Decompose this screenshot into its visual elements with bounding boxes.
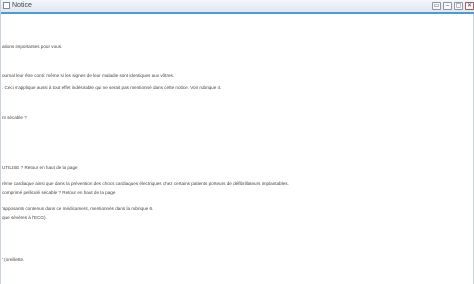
restore-icon[interactable]: ▭ <box>432 2 441 10</box>
close-button[interactable]: ✕ <box>465 2 474 10</box>
notice-line: ournal leur être conti: même si les sign… <box>2 73 175 78</box>
notice-line: rème cardiaque ainsi que dans la prévent… <box>2 181 289 186</box>
notice-line: nt sécable ? <box>2 115 27 120</box>
notice-line: . Ceci s'applique aussi à tout effet ind… <box>2 85 222 90</box>
notice-window: Notice ▭ – ▢ ✕ ations importantes pour v… <box>0 0 474 284</box>
notice-line: 'apposants contenus dans ce médicament, … <box>2 206 154 211</box>
notice-line: que sévères à l'ECG). <box>2 215 47 220</box>
notice-line: ations importantes pour vous. <box>2 44 63 49</box>
notice-line: ' (oreillette. <box>2 257 25 262</box>
window-title: Notice <box>12 2 32 9</box>
app-icon <box>3 2 10 9</box>
maximize-button[interactable]: ▢ <box>454 2 463 10</box>
back-to-top-link[interactable]: UTILISE ? Retour en haut de la page <box>2 165 78 171</box>
minimize-button[interactable]: – <box>443 2 452 10</box>
back-to-top-link[interactable]: comprimé pelliculé sécable ? Retour en h… <box>2 190 115 196</box>
notice-content: ations importantes pour vous. ournal leu… <box>1 14 474 284</box>
